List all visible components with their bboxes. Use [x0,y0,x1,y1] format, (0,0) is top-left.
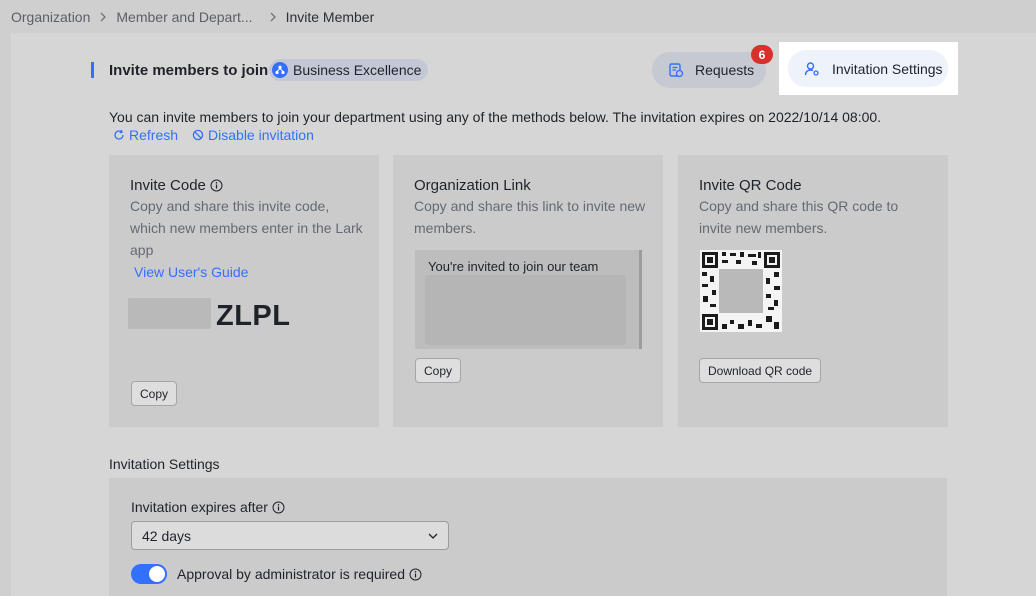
department-tag: Business Excellence [269,59,429,81]
chevron-right-icon [269,12,277,22]
copy-link-button[interactable]: Copy [415,358,462,383]
chevron-right-icon [99,12,107,22]
view-user-guide-link[interactable]: View User's Guide [134,261,248,283]
refresh-link[interactable]: Refresh [113,127,178,143]
requests-count-badge: 6 [751,45,773,64]
organization-link-title: Organization Link [414,177,531,194]
breadcrumb-organization[interactable]: Organization [11,9,90,25]
info-icon[interactable] [210,179,223,192]
expires-label-row: Invitation expires after [131,499,285,515]
ban-icon [192,129,204,141]
expires-label: Invitation expires after [131,499,268,515]
approval-label: Approval by administrator is required [177,566,405,582]
organization-link-box[interactable]: You're invited to join our team [415,250,642,349]
invite-code-value: ZLPL [216,300,291,332]
requests-label: Requests [695,62,755,78]
qr-code-image [700,250,782,332]
refresh-label: Refresh [129,127,179,143]
expires-select[interactable]: 42 days [131,521,449,550]
breadcrumb-invite-member: Invite Member [285,9,375,25]
user-settings-icon [804,61,819,76]
requests-icon [669,63,684,78]
info-icon[interactable] [272,501,285,514]
breadcrumb-member-department[interactable]: Member and Depart... [116,9,252,25]
disable-invitation-label: Disable invitation [208,127,314,143]
qr-code-description: Copy and share this QR code to invite ne… [699,198,899,236]
disable-invitation-link[interactable]: Disable invitation [192,127,314,143]
organization-link-masked [425,275,626,345]
invitation-settings-heading: Invitation Settings [109,456,220,472]
invite-code-masked [128,298,211,329]
title-accent-bar [91,62,94,78]
expires-value: 42 days [142,527,192,544]
invitation-settings-card: Invitation expires after 42 days Approva… [109,478,947,596]
invite-code-description-text: Copy and share this invite code, which n… [130,198,363,258]
department-icon [272,62,288,78]
invitation-actions: Refresh Disable invitation [113,127,314,143]
invitation-description: You can invite members to join your depa… [109,109,882,125]
invitation-settings-button[interactable]: Invitation Settings [788,50,948,87]
requests-button[interactable]: Requests [652,52,766,88]
refresh-icon [114,129,124,140]
breadcrumb: Organization Member and Depart... Invite… [11,9,374,25]
invite-code-card: Invite Code Copy and share this invite c… [109,155,379,427]
approval-row: Approval by administrator is required [131,564,422,584]
department-name: Business Excellence [293,62,422,78]
chevron-down-icon [428,533,438,539]
invite-code-description: Copy and share this invite code, which n… [130,195,365,283]
organization-link-card: Organization Link Copy and share this li… [393,155,663,427]
page-title: Invite members to join [109,62,269,79]
download-qr-code-button[interactable]: Download QR code [699,358,822,383]
organization-link-description: Copy and share this link to invite new m… [414,198,646,236]
invite-code-title-row: Invite Code [130,177,223,194]
organization-link-text: You're invited to join our team [428,259,599,274]
copy-invite-code-button[interactable]: Copy [131,381,178,406]
qr-code-card: Invite QR Code Copy and share this QR co… [678,155,948,427]
qr-code-title: Invite QR Code [699,177,802,194]
approval-toggle[interactable] [131,564,167,584]
info-icon[interactable] [409,568,422,581]
invite-code-title: Invite Code [130,177,206,194]
invitation-settings-label: Invitation Settings [832,60,943,77]
